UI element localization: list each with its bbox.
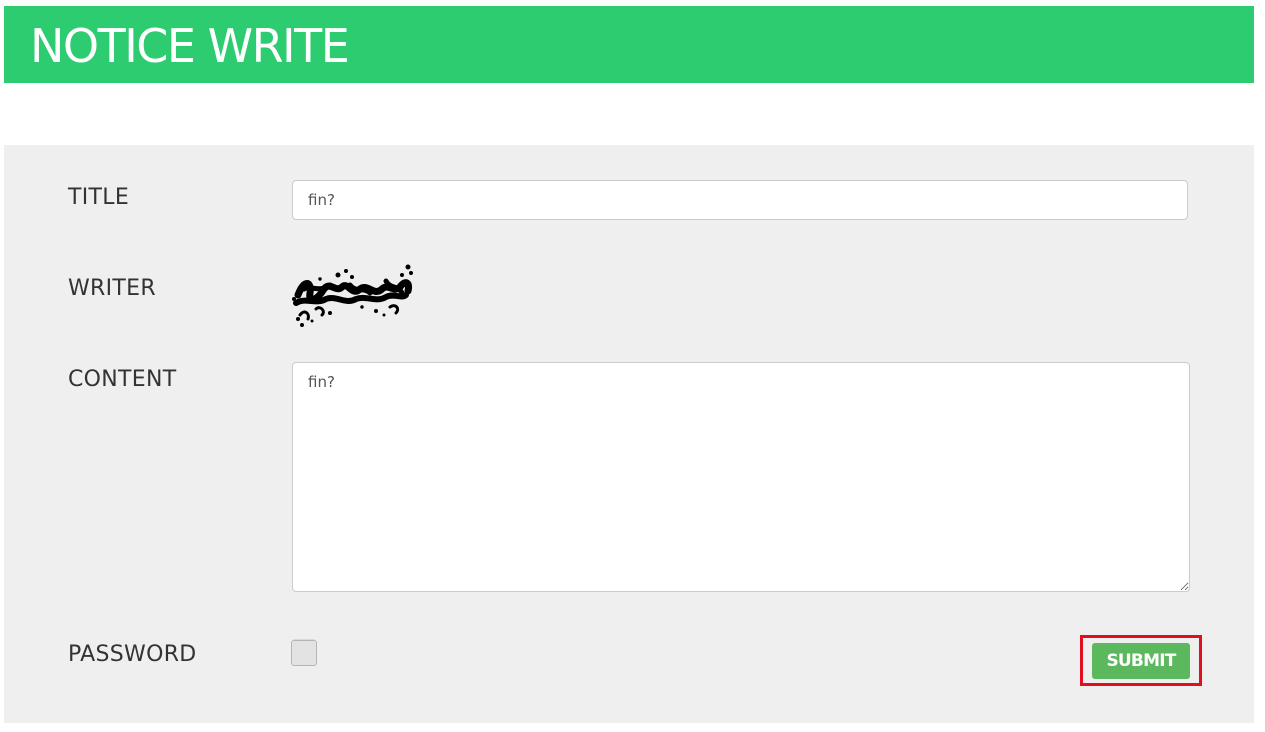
notice-form: TITLE WRITER CONTENT fin? PASSWORD SUBMI… [4,145,1254,723]
writer-redacted-scribble [292,264,413,327]
writer-label: WRITER [68,276,156,301]
notice-write-page: NOTICE WRITE TITLE WRITER CONTENT fin? P… [0,0,1265,732]
password-label: PASSWORD [68,642,197,667]
page-title: NOTICE WRITE [30,19,350,73]
title-input[interactable] [292,180,1188,220]
password-checkbox[interactable] [291,640,317,666]
content-textarea[interactable]: fin? [292,362,1190,592]
page-header: NOTICE WRITE [4,6,1254,83]
content-label: CONTENT [68,367,177,392]
submit-button[interactable]: SUBMIT [1092,643,1190,679]
title-label: TITLE [68,185,130,210]
